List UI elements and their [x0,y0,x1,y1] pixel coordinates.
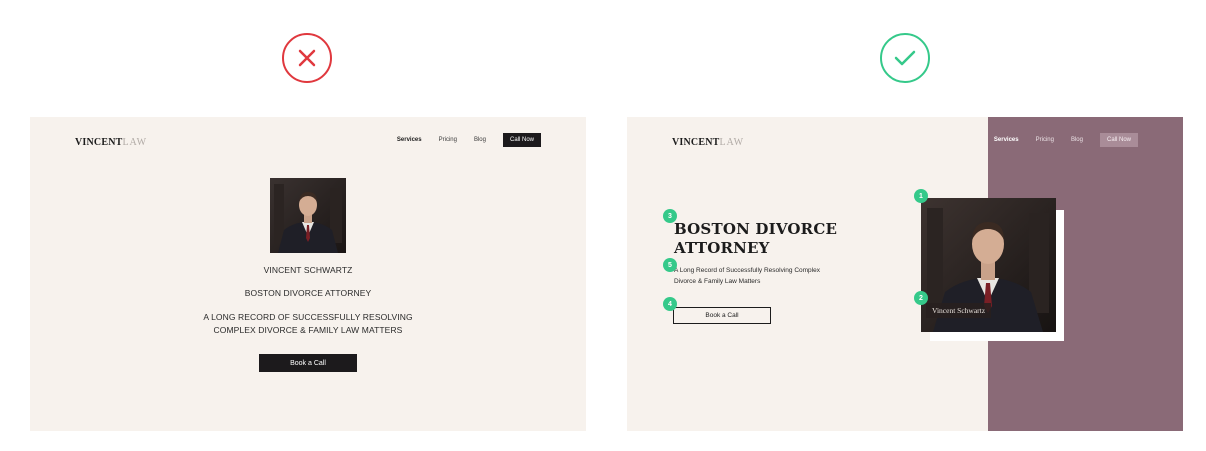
x-circle-icon [282,33,332,83]
annotation-badge-4: 4 [663,297,677,311]
call-now-button[interactable]: Call Now [502,133,541,147]
annotation-badge-2: 2 [914,291,928,305]
site-logo[interactable]: VINCENTLAW [672,137,744,148]
nav-item-blog[interactable]: Blog [1071,137,1083,143]
call-now-button[interactable]: Call Now [1099,133,1138,147]
attorney-photo [270,178,346,253]
attorney-name: VINCENT SCHWARTZ [263,265,353,275]
annotation-badge-1: 1 [914,189,928,203]
nav-item-pricing[interactable]: Pricing [439,137,457,143]
attorney-title: BOSTON DIVORCE ATTORNEY [244,288,372,298]
bad-example-page: VINCENTLAW Services Pricing Blog Call No… [30,117,586,431]
check-circle-icon [880,33,930,83]
book-call-button[interactable]: Book a Call [259,354,357,372]
annotation-badge-5: 5 [663,258,677,272]
nav-item-services[interactable]: Services [397,137,422,143]
tagline-line-1: A LONG RECORD OF SUCCESSFULLY RESOLVING [203,312,413,322]
nav-item-pricing[interactable]: Pricing [1036,137,1054,143]
nav-item-blog[interactable]: Blog [474,137,486,143]
good-example-page: VINCENTLAW Services Pricing Blog Call No… [627,117,1183,431]
book-call-button[interactable]: Book a Call [673,307,771,324]
tagline-line-2: COMPLEX DIVORCE & FAMILY LAW MATTERS [213,325,403,335]
nav-bar: Services Pricing Blog Call Now [994,133,1138,147]
tagline: A Long Record of Successfully Resolving … [674,267,820,285]
nav-bar: Services Pricing Blog Call Now [397,133,541,147]
photo-caption: Vincent Schwartz [926,303,992,318]
page-headline: BOSTON DIVORCE ATTORNEY [674,220,838,257]
annotation-badge-3: 3 [663,209,677,223]
site-logo[interactable]: VINCENTLAW [75,137,147,148]
nav-item-services[interactable]: Services [994,137,1019,143]
